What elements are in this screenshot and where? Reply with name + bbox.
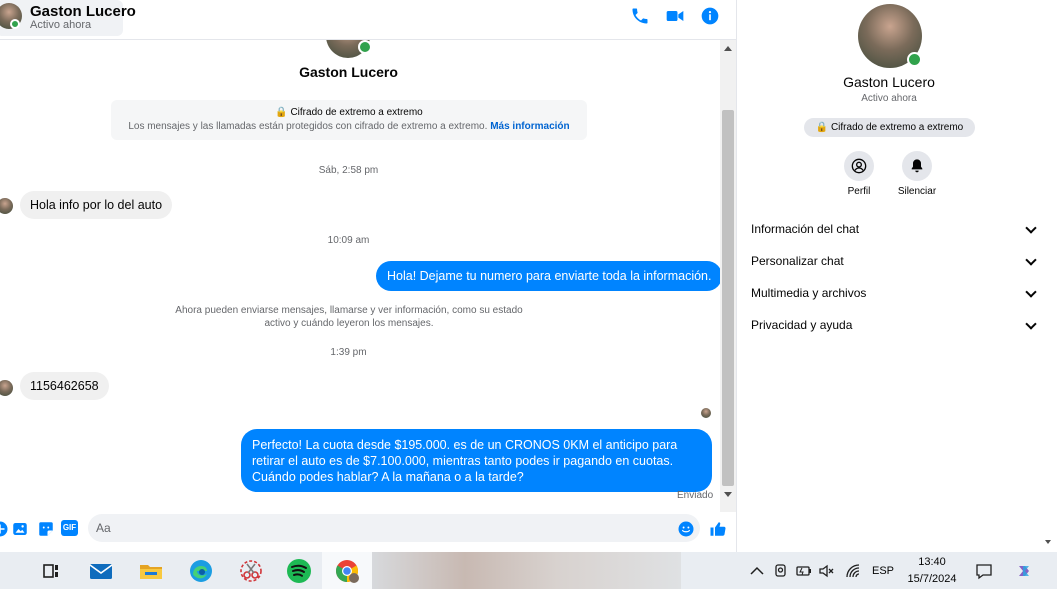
clock-date[interactable]: 15/7/2024 xyxy=(902,573,962,585)
online-indicator xyxy=(358,40,372,54)
spotify-icon[interactable] xyxy=(284,556,314,586)
message-input[interactable] xyxy=(88,514,700,542)
message-timestamp: 10:09 am xyxy=(327,235,370,246)
contact-name: Gaston Lucero xyxy=(30,3,136,20)
chevron-down-icon xyxy=(1025,222,1037,234)
snipping-tool-icon[interactable] xyxy=(236,556,266,586)
edge-icon[interactable] xyxy=(186,556,216,586)
task-view-icon[interactable] xyxy=(36,556,66,586)
phone-icon[interactable] xyxy=(630,6,650,26)
outgoing-message[interactable]: Hola! Dejame tu numero para enviarte tod… xyxy=(376,261,720,291)
notifications-icon[interactable] xyxy=(975,562,993,580)
chat-header: Gaston Lucero Activo ahora xyxy=(0,0,736,40)
mute-icon[interactable] xyxy=(818,562,836,580)
encryption-title: 🔒 Cifrado de extremo a extremo xyxy=(275,107,423,118)
section-label: Personalizar chat xyxy=(751,254,844,268)
info-contact-status: Activo ahora xyxy=(861,93,917,104)
encryption-notice: 🔒 Cifrado de extremo a extremo Los mensa… xyxy=(111,100,587,140)
chevron-down-icon xyxy=(1025,254,1037,266)
meet-icon[interactable] xyxy=(772,562,790,580)
scroll-thumb[interactable] xyxy=(722,110,734,486)
more-info-link[interactable]: Más información xyxy=(490,121,569,132)
outgoing-message[interactable]: Perfecto! La cuota desde $195.000. es de… xyxy=(241,429,712,492)
avatar xyxy=(0,380,13,396)
seen-avatar xyxy=(701,408,711,418)
chevron-down-icon xyxy=(1025,318,1037,330)
scroll-down-icon[interactable] xyxy=(724,492,732,497)
section-customize-chat[interactable]: Personalizar chat xyxy=(751,250,1037,274)
profile-label: Perfil xyxy=(847,186,871,197)
battery-icon[interactable] xyxy=(795,562,813,580)
section-privacy-help[interactable]: Privacidad y ayuda xyxy=(751,314,1037,338)
online-indicator xyxy=(907,52,922,67)
conversation-info-panel: Gaston Lucero Activo ahora 🔒 Cifrado de … xyxy=(736,0,1057,552)
message-composer: GIF xyxy=(0,512,736,552)
incoming-message[interactable]: 1156462658 xyxy=(20,372,109,400)
taskbar-wallpaper-strip xyxy=(372,552,681,589)
profile-button[interactable]: Perfil xyxy=(829,151,889,197)
bell-icon xyxy=(902,151,932,181)
chat-panel: Gaston Lucero Activo ahora Gaston Lucero… xyxy=(0,0,736,552)
add-icon[interactable] xyxy=(0,520,9,538)
section-label: Multimedia y archivos xyxy=(751,286,867,300)
like-icon[interactable] xyxy=(709,520,727,538)
contact-header-button[interactable]: Gaston Lucero Activo ahora xyxy=(0,0,136,36)
scroll-down-icon[interactable] xyxy=(1045,540,1051,544)
emoji-icon[interactable] xyxy=(677,520,695,538)
chevron-down-icon xyxy=(1025,286,1037,298)
section-chat-info[interactable]: Información del chat xyxy=(751,218,1037,242)
message-list[interactable]: Gaston Lucero 🔒 Cifrado de extremo a ext… xyxy=(0,40,720,512)
file-explorer-icon[interactable] xyxy=(136,556,166,586)
sticker-icon[interactable] xyxy=(37,520,55,538)
gif-icon[interactable]: GIF xyxy=(61,520,78,536)
avatar xyxy=(0,198,13,214)
scroll-up-icon[interactable] xyxy=(724,46,732,51)
message-timestamp: Sáb, 2:58 pm xyxy=(318,165,379,176)
online-indicator xyxy=(10,19,20,29)
wifi-icon[interactable] xyxy=(844,562,862,580)
conversation-contact-name: Gaston Lucero xyxy=(299,64,398,80)
contact-status: Activo ahora xyxy=(30,19,92,31)
video-icon[interactable] xyxy=(665,6,685,26)
profile-icon xyxy=(844,151,874,181)
section-label: Información del chat xyxy=(751,222,860,236)
section-label: Privacidad y ayuda xyxy=(751,318,853,332)
info-contact-name: Gaston Lucero xyxy=(843,74,935,90)
messenger-app: Gaston Lucero Activo ahora Gaston Lucero… xyxy=(0,0,1057,552)
windows-taskbar: ESP 13:40 15/7/2024 xyxy=(0,552,1057,589)
copilot-icon[interactable] xyxy=(1015,562,1033,580)
encryption-badge[interactable]: 🔒 Cifrado de extremo a extremo xyxy=(804,118,975,137)
encryption-description: Los mensajes y las llamadas están proteg… xyxy=(111,121,587,132)
info-icon[interactable] xyxy=(700,6,720,26)
mute-button[interactable]: Silenciar xyxy=(887,151,947,197)
message-scrollbar[interactable] xyxy=(720,40,736,512)
section-media-files[interactable]: Multimedia y archivos xyxy=(751,282,1037,306)
chevron-up-icon[interactable] xyxy=(748,562,766,580)
clock-time[interactable]: 13:40 xyxy=(907,556,957,568)
mute-label: Silenciar xyxy=(897,186,937,197)
language-indicator[interactable]: ESP xyxy=(872,565,894,577)
chrome-icon[interactable] xyxy=(332,556,362,586)
message-timestamp: 1:39 pm xyxy=(330,347,367,358)
encryption-description-text: Los mensajes y las llamadas están proteg… xyxy=(128,121,488,132)
sent-status: Enviado xyxy=(677,490,714,501)
image-icon[interactable] xyxy=(11,520,29,538)
mail-icon[interactable] xyxy=(86,556,116,586)
permissions-notice: Ahora pueden enviarse mensajes, llamarse… xyxy=(175,305,523,329)
incoming-message[interactable]: Hola info por lo del auto xyxy=(20,191,173,219)
